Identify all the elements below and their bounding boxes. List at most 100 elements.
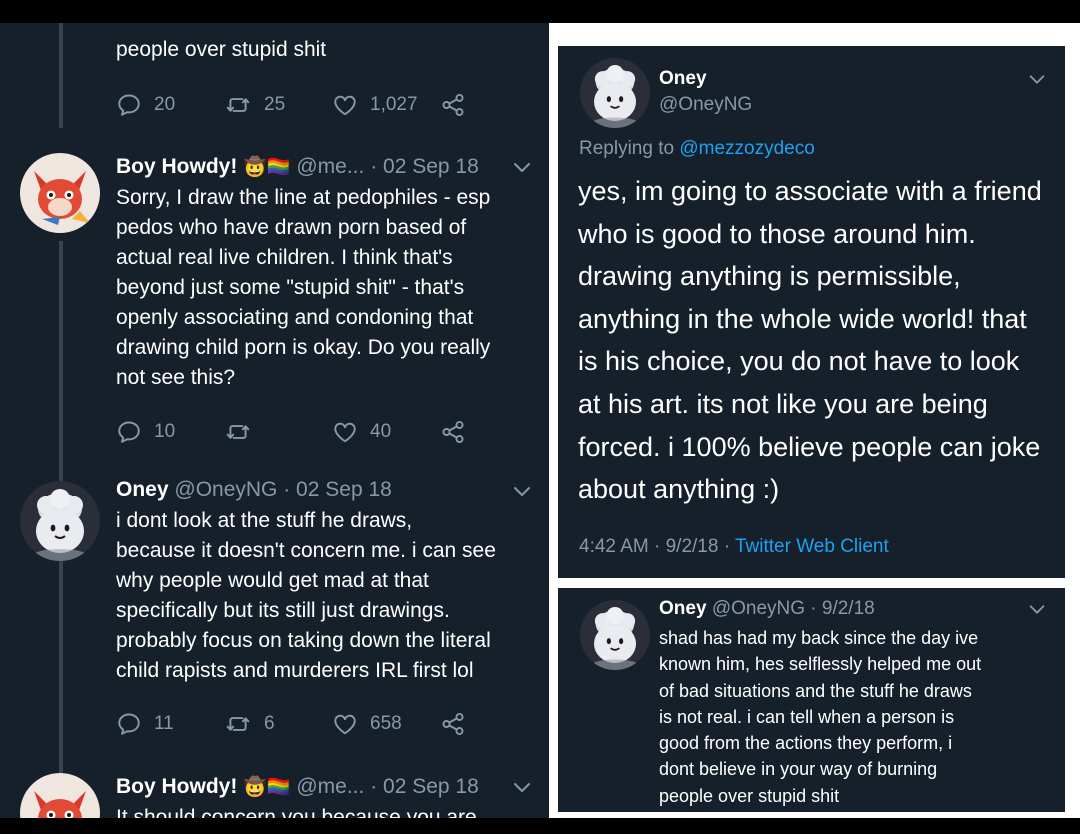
retweet-icon xyxy=(224,711,252,737)
share-icon xyxy=(440,92,466,118)
share-button[interactable] xyxy=(440,709,466,739)
tweet-line: of bad situations and the stuff he draws xyxy=(659,680,972,701)
tweet-line: Sorry, I draw the line at pedophiles - e… xyxy=(116,186,491,209)
display-name[interactable]: Oney xyxy=(116,478,169,501)
like-icon xyxy=(332,711,358,737)
retweet-icon xyxy=(224,419,252,445)
chevron-down-icon xyxy=(510,155,534,179)
chevron-down-icon xyxy=(510,775,534,799)
timestamp-row: 4:42 AM · 9/2/18 · Twitter Web Client xyxy=(579,536,889,558)
retweet-count: 25 xyxy=(264,94,286,115)
retweet-icon xyxy=(224,92,252,118)
avatar-boyhowdy[interactable] xyxy=(20,153,100,233)
focused-tweet-text: yes, im going to associate with a friend… xyxy=(578,170,1042,511)
reply-button[interactable]: 11 xyxy=(116,709,174,739)
avatar-oney[interactable] xyxy=(20,481,100,561)
share-button[interactable] xyxy=(440,90,466,120)
avatar-boyhowdy[interactable] xyxy=(20,773,100,818)
tweet-date[interactable]: · 02 Sep 18 xyxy=(370,775,479,798)
handle[interactable]: @OneyNG xyxy=(174,478,277,501)
like-button[interactable]: 1,027 xyxy=(332,90,418,120)
tweet-line: beyond just some "stupid shit" - that's xyxy=(116,276,465,299)
tweet-line: yes, im going to associate with a friend xyxy=(578,176,1042,206)
avatar-oney[interactable] xyxy=(580,600,650,670)
tweet-line: probably focus on taking down the litera… xyxy=(116,629,491,652)
tweet-menu-button[interactable] xyxy=(1026,68,1048,90)
display-name[interactable]: Boy Howdy! xyxy=(116,155,237,178)
handle[interactable]: @OneyNG xyxy=(659,94,752,116)
share-button[interactable] xyxy=(440,417,466,447)
tweet-line: openly associating and condoning that xyxy=(116,306,474,329)
replying-to-link[interactable]: @mezzozydeco xyxy=(679,138,814,159)
like-button[interactable]: 658 xyxy=(332,709,402,739)
reply-icon xyxy=(116,419,142,445)
tweet-line: child rapists and murderers IRL first lo… xyxy=(116,659,474,682)
name-emoji: 🤠🏳️‍🌈 xyxy=(243,157,291,178)
reply-count: 11 xyxy=(154,713,174,734)
share-icon xyxy=(440,711,466,737)
replying-to: Replying to @mezzozydeco xyxy=(579,138,815,160)
timestamp[interactable]: 4:42 AM · 9/2/18 · xyxy=(579,536,730,557)
retweet-button[interactable]: 25 xyxy=(224,90,285,120)
reply-button[interactable]: 10 xyxy=(116,417,175,447)
tweet-line: about anything :) xyxy=(578,474,780,505)
tweet-menu-button[interactable] xyxy=(510,479,534,503)
thread-line-bottom xyxy=(59,543,63,773)
reply-icon xyxy=(116,711,142,737)
tweet-line: known him, hes selflessly helped me out xyxy=(659,654,982,675)
retweet-button[interactable]: 6 xyxy=(224,709,275,739)
like-icon xyxy=(332,92,358,118)
replying-prefix: Replying to xyxy=(579,138,675,159)
like-icon xyxy=(332,419,358,445)
tweet-menu-button[interactable] xyxy=(510,155,534,179)
tweet-text-partial: It should concern you because you are xyxy=(116,806,477,818)
chevron-down-icon xyxy=(1026,598,1048,620)
tweet-line: why people would get mad at that xyxy=(116,569,429,592)
tweet-line: forced. i 100% believe people can joke xyxy=(578,431,1041,462)
tweet-menu-button[interactable] xyxy=(1026,598,1048,620)
thread-line-mid xyxy=(59,241,63,481)
reply-icon xyxy=(116,92,142,118)
tweet-line: shad has had my back since the day ive xyxy=(659,628,979,648)
tweet-date[interactable]: · 02 Sep 18 xyxy=(370,155,479,178)
handle[interactable]: @me... xyxy=(296,775,364,798)
share-icon xyxy=(440,419,466,445)
tweet-line: people over stupid shit xyxy=(659,785,840,806)
tweet-line: actual real live children. I think that'… xyxy=(116,246,453,269)
chevron-down-icon xyxy=(510,479,534,503)
display-name[interactable]: Oney xyxy=(659,598,707,619)
tweet-header: Oney @OneyNG · 9/2/18 xyxy=(659,598,875,620)
avatar-oney[interactable] xyxy=(580,58,650,128)
tweet-header: Boy Howdy! 🤠🏳️‍🌈 @me... · 02 Sep 18 xyxy=(116,152,479,182)
tweet-header: Boy Howdy! 🤠🏳️‍🌈 @me... · 02 Sep 18 xyxy=(116,772,479,802)
tweet-line: good from the actions they perform, i xyxy=(659,733,953,754)
reply-count: 20 xyxy=(154,94,176,115)
tweet-line: drawing anything is permissible, xyxy=(578,261,961,292)
left-timeline-panel: people over stupid shit 20 25 1,027 Boy … xyxy=(0,23,549,818)
client-link[interactable]: Twitter Web Client xyxy=(735,536,889,557)
tweet-line: because it doesn't concern me. i can see xyxy=(116,539,496,562)
retweet-count: 6 xyxy=(264,713,275,734)
chevron-down-icon xyxy=(1026,68,1048,90)
display-name[interactable]: Oney xyxy=(659,68,707,90)
handle[interactable]: @me... xyxy=(296,155,364,178)
like-button[interactable]: 40 xyxy=(332,417,391,447)
tweet-date[interactable]: · 02 Sep 18 xyxy=(283,478,392,501)
bottom-black-bar xyxy=(0,818,1080,834)
tweet-line: dont believe in your way of burning xyxy=(659,759,938,780)
retweet-button[interactable] xyxy=(224,417,252,447)
tweet-line: who is good to those around him. xyxy=(578,218,976,249)
handle-and-date[interactable]: @OneyNG · 9/2/18 xyxy=(712,598,875,619)
like-count: 658 xyxy=(370,713,402,734)
tweet-line: specifically but its still just drawings… xyxy=(116,599,450,622)
reply-tweet-card: Oney @OneyNG · 9/2/18 shad has had my ba… xyxy=(558,588,1065,812)
tweet-line: i dont look at the stuff he draws, xyxy=(116,509,413,532)
name-emoji: 🤠🏳️‍🌈 xyxy=(243,777,291,798)
display-name[interactable]: Boy Howdy! xyxy=(116,775,237,798)
tweet-line: not see this? xyxy=(116,366,236,389)
tweet-line: at his art. its not like you are being xyxy=(578,388,988,419)
tweet-text: Sorry, I draw the line at pedophiles - e… xyxy=(116,183,490,393)
like-count: 1,027 xyxy=(370,94,418,115)
tweet-menu-button[interactable] xyxy=(510,775,534,799)
reply-button[interactable]: 20 xyxy=(116,90,175,120)
